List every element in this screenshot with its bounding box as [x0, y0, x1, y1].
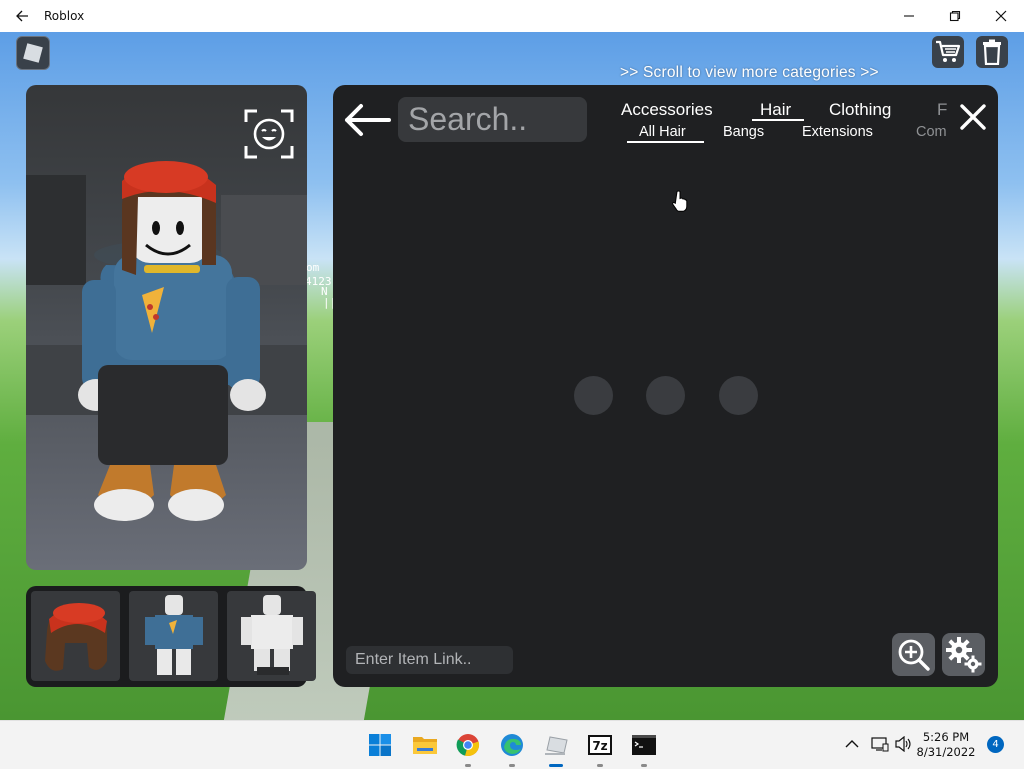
- clock-date: 8/31/2022: [916, 745, 976, 759]
- background-text-1: om: [306, 261, 320, 274]
- outfit-bar: [26, 586, 316, 687]
- taskbar-edge[interactable]: [496, 729, 528, 767]
- category-tabs: Accessories Hair Clothing F All Hair Ban…: [617, 85, 953, 149]
- notification-badge[interactable]: 4: [987, 736, 1004, 753]
- tab-clothing[interactable]: Clothing: [829, 100, 891, 120]
- tab-accessories[interactable]: Accessories: [621, 100, 713, 120]
- hand-cursor-icon: [672, 190, 688, 212]
- window-titlebar: Roblox: [0, 0, 1024, 32]
- taskbar-terminal[interactable]: [628, 729, 660, 767]
- terminal-icon: [632, 735, 656, 755]
- windows-taskbar: 7z 5:26 PM 8/31/2022 4: [0, 720, 1024, 769]
- minimize-button[interactable]: [886, 0, 932, 32]
- trash-button[interactable]: [976, 36, 1008, 68]
- chrome-icon: [456, 734, 480, 757]
- volume-icon: [895, 736, 911, 752]
- loading-dot: [574, 376, 613, 415]
- outfit-slot-1[interactable]: [31, 591, 120, 681]
- chevron-up-icon: [845, 740, 859, 748]
- outfit-slot-2[interactable]: [129, 591, 218, 681]
- settings-button[interactable]: [942, 633, 985, 676]
- back-arrow-icon: [16, 10, 28, 22]
- subtab-bangs[interactable]: Bangs: [723, 124, 764, 140]
- restore-button[interactable]: [932, 0, 978, 32]
- roblox-menu-button[interactable]: [16, 36, 50, 70]
- taskbar-clock[interactable]: 5:26 PM 8/31/2022: [915, 730, 977, 760]
- hair-thumbnail-icon: [45, 603, 107, 671]
- subtab-all-hair[interactable]: All Hair: [639, 124, 686, 140]
- network-icon: [871, 737, 889, 752]
- windows-start-icon: [369, 734, 391, 756]
- avatar-preview[interactable]: [26, 85, 307, 570]
- close-icon: [960, 104, 986, 130]
- back-button[interactable]: [0, 0, 44, 32]
- zoom-in-icon: [898, 639, 930, 671]
- active-indicator: [549, 764, 563, 767]
- avatar-editor-panel: Accessories Hair Clothing F All Hair Ban…: [333, 85, 998, 687]
- clock-time: 5:26 PM: [922, 730, 970, 744]
- editor-close-button[interactable]: [959, 103, 987, 131]
- minimize-icon: [904, 15, 914, 17]
- running-indicator: [465, 764, 471, 767]
- taskbar-file-explorer[interactable]: [409, 729, 441, 761]
- item-link-input[interactable]: [346, 646, 513, 674]
- subtab-all-hair-underline: [627, 141, 704, 143]
- taskbar-roblox[interactable]: [540, 729, 572, 767]
- 7zip-label: 7z: [592, 739, 607, 753]
- file-explorer-icon: [413, 737, 437, 754]
- roblox-icon: [545, 736, 568, 755]
- taskbar-chrome[interactable]: [452, 729, 484, 767]
- tab-partial[interactable]: F: [937, 100, 947, 120]
- close-button[interactable]: [978, 0, 1024, 32]
- search-input[interactable]: [398, 97, 587, 142]
- trash-icon: [983, 39, 1001, 65]
- zoom-button[interactable]: [892, 633, 935, 676]
- volume-tray-button[interactable]: [894, 734, 914, 754]
- running-indicator: [509, 764, 515, 767]
- 7zip-icon: 7z: [588, 735, 612, 755]
- show-hidden-icons-button[interactable]: [842, 734, 862, 754]
- subtab-partial[interactable]: Com: [916, 124, 947, 140]
- subtab-extensions[interactable]: Extensions: [802, 124, 873, 140]
- restore-icon: [949, 10, 961, 22]
- network-tray-button[interactable]: [870, 734, 890, 754]
- outfit-slot-3[interactable]: [227, 591, 316, 681]
- shop-button[interactable]: [932, 36, 964, 68]
- avatar-model: [78, 161, 266, 521]
- tab-hair-underline: [752, 119, 804, 121]
- tab-hair[interactable]: Hair: [760, 100, 791, 120]
- left-arrow-icon: [345, 104, 391, 136]
- edge-icon: [501, 734, 523, 756]
- gears-icon: [945, 636, 981, 672]
- close-icon: [995, 10, 1007, 22]
- running-indicator: [597, 764, 603, 767]
- editor-back-button[interactable]: [343, 103, 391, 137]
- loading-dot: [646, 376, 685, 415]
- roblox-logo-icon: [23, 43, 43, 63]
- pizza-shirt-avatar-icon: [145, 595, 203, 675]
- loading-dot: [719, 376, 758, 415]
- cart-icon: [936, 40, 961, 62]
- white-avatar-icon: [241, 595, 303, 675]
- running-indicator: [641, 764, 647, 767]
- taskbar-7zip[interactable]: 7z: [584, 729, 616, 767]
- scroll-hint: >> Scroll to view more categories >>: [620, 64, 879, 81]
- start-button[interactable]: [364, 729, 396, 761]
- window-title: Roblox: [44, 9, 85, 23]
